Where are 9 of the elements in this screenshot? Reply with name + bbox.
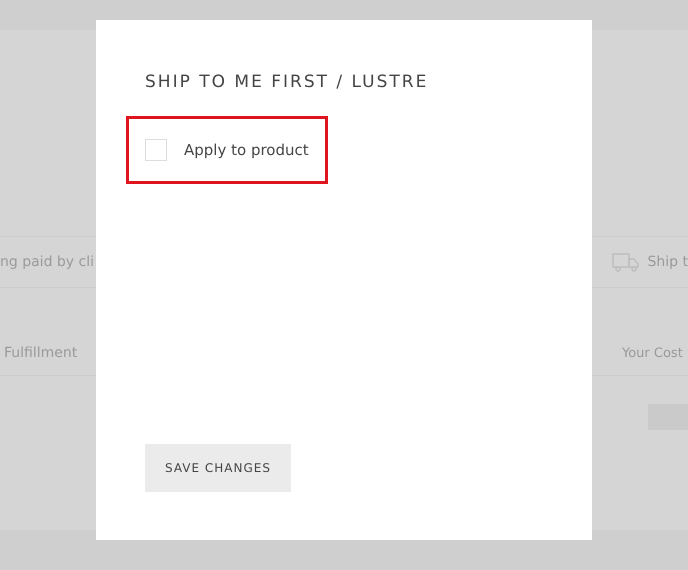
save-button[interactable]: SAVE CHANGES xyxy=(145,444,291,492)
truck-icon xyxy=(612,252,640,272)
checkbox[interactable] xyxy=(145,139,167,161)
background-text: Ship t xyxy=(648,254,688,270)
checkbox-label: Apply to product xyxy=(184,141,309,159)
column-header: Your Cost xyxy=(622,345,684,363)
background-text: ng paid by cli xyxy=(0,254,94,270)
dialog-title: SHIP TO ME FIRST / LUSTRE xyxy=(145,72,430,92)
background-text: Fulfillment xyxy=(3,345,78,363)
